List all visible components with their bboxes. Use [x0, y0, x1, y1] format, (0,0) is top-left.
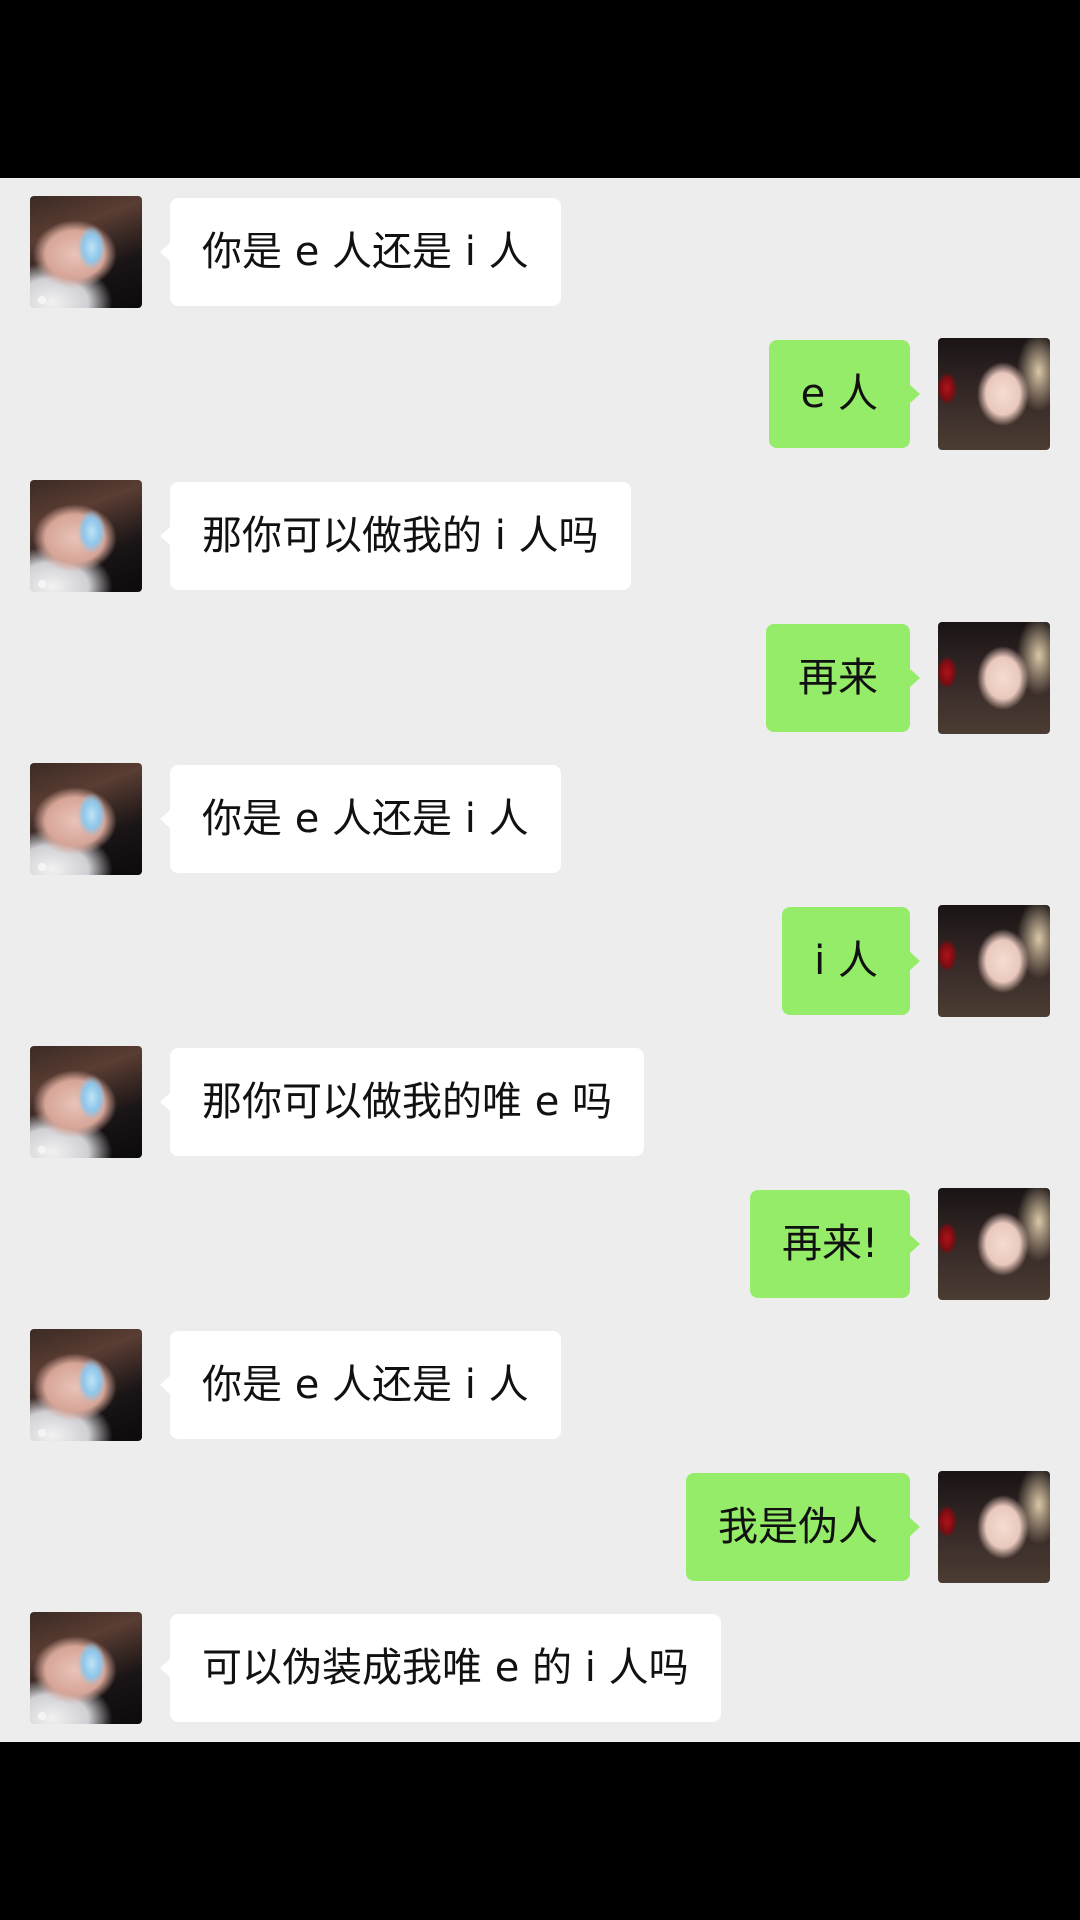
contact-avatar[interactable] [30, 1329, 142, 1441]
message-row-incoming: 可以伪装成我唯 e 的 i 人吗 [0, 1612, 1080, 1724]
outgoing-message-bubble[interactable]: 再来 [766, 624, 920, 732]
incoming-message-bubble[interactable]: 可以伪装成我唯 e 的 i 人吗 [160, 1614, 721, 1722]
incoming-message-bubble[interactable]: 你是 e 人还是 i 人 [160, 1331, 561, 1439]
message-row-incoming: 那你可以做我的 i 人吗 [0, 480, 1080, 592]
message-row-incoming: 你是 e 人还是 i 人 [0, 1329, 1080, 1441]
contact-avatar[interactable] [30, 480, 142, 592]
outgoing-message-bubble[interactable]: 我是伪人 [686, 1473, 920, 1581]
incoming-message-bubble[interactable]: 你是 e 人还是 i 人 [160, 765, 561, 873]
incoming-message-bubble[interactable]: 你是 e 人还是 i 人 [160, 198, 561, 306]
message-row-incoming: 那你可以做我的唯 e 吗 [0, 1046, 1080, 1158]
message-row-outgoing: 再来! [0, 1188, 1080, 1300]
message-row-incoming: 你是 e 人还是 i 人 [0, 763, 1080, 875]
incoming-message-bubble[interactable]: 那你可以做我的唯 e 吗 [159, 1048, 645, 1156]
message-row-outgoing: i 人 [0, 905, 1080, 1017]
my-avatar[interactable] [938, 905, 1050, 1017]
outgoing-message-bubble[interactable]: 再来! [749, 1190, 921, 1298]
message-row-outgoing: 再来 [0, 622, 1080, 734]
message-row-outgoing: e 人 [0, 338, 1080, 450]
contact-avatar[interactable] [30, 1046, 142, 1158]
my-avatar[interactable] [938, 1188, 1050, 1300]
my-avatar[interactable] [938, 622, 1050, 734]
screen: 你是 e 人还是 i 人 e 人 那你可以做我的 i 人吗 再来 你是 e 人还… [0, 0, 1080, 1920]
contact-avatar[interactable] [30, 1612, 142, 1724]
my-avatar[interactable] [938, 338, 1050, 450]
my-avatar[interactable] [938, 1471, 1050, 1583]
contact-avatar[interactable] [30, 763, 142, 875]
incoming-message-bubble[interactable]: 那你可以做我的 i 人吗 [160, 482, 631, 590]
outgoing-message-bubble[interactable]: e 人 [768, 340, 921, 448]
outgoing-message-bubble[interactable]: i 人 [782, 907, 920, 1015]
chat-message-list[interactable]: 你是 e 人还是 i 人 e 人 那你可以做我的 i 人吗 再来 你是 e 人还… [0, 178, 1080, 1742]
message-row-incoming: 你是 e 人还是 i 人 [0, 196, 1080, 308]
message-row-outgoing: 我是伪人 [0, 1471, 1080, 1583]
contact-avatar[interactable] [30, 196, 142, 308]
